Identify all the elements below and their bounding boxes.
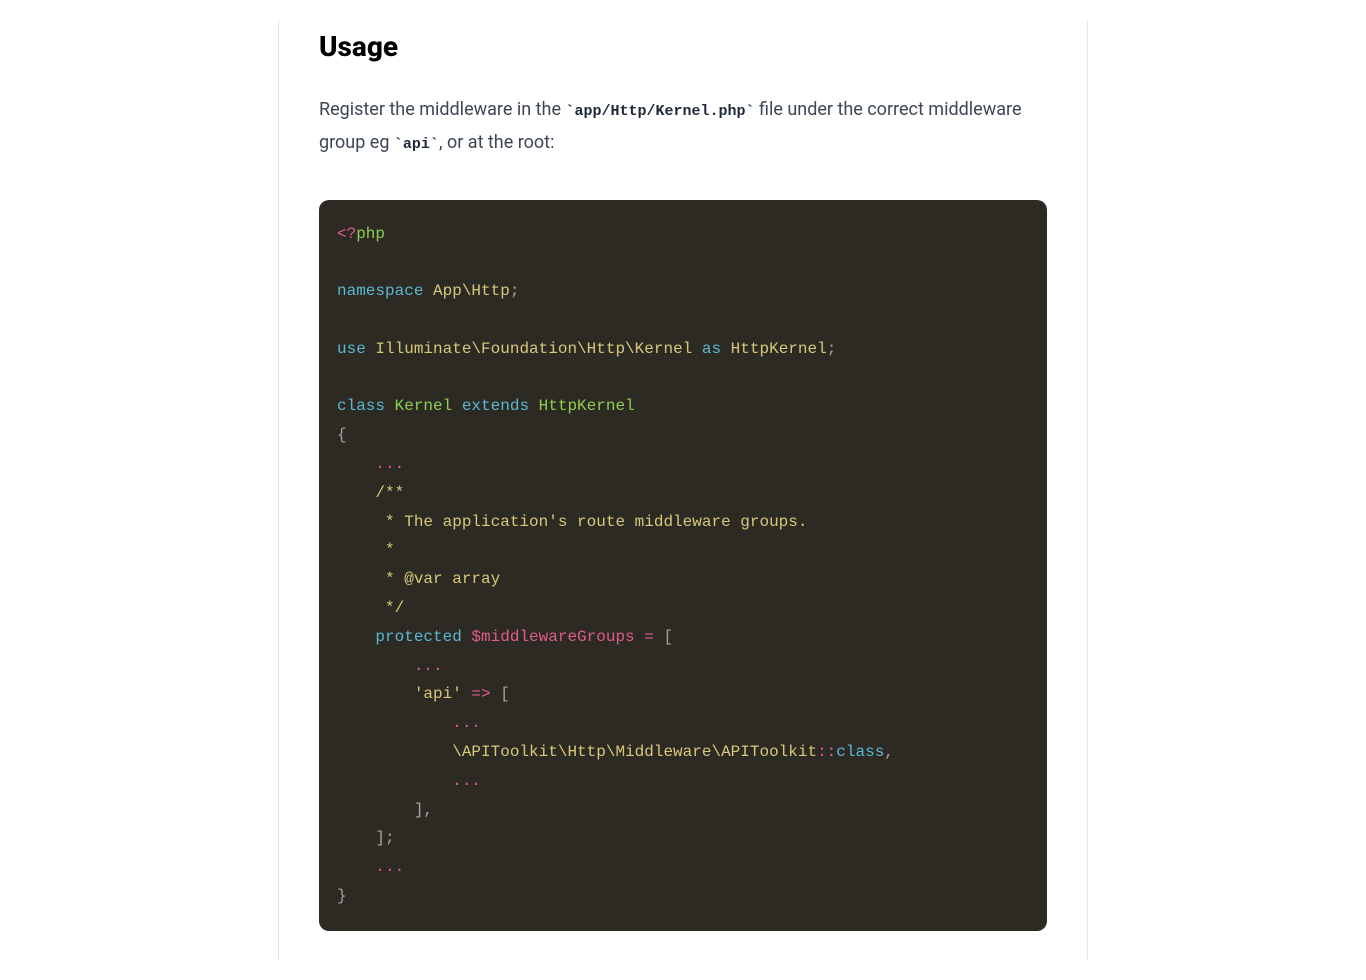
- code-open-bracket-1: [: [663, 628, 673, 646]
- inline-code-api: `api`: [394, 136, 439, 153]
- code-ellipsis-4: ...: [337, 772, 481, 790]
- code-semicolon-1: ;: [510, 282, 520, 300]
- description-paragraph: Register the middleware in the `app/Http…: [319, 93, 1047, 160]
- code-php-keyword: php: [356, 225, 385, 243]
- code-comma: ,: [884, 743, 894, 761]
- description-text-3: , or at the root:: [439, 132, 555, 153]
- code-use-keyword: use: [337, 340, 366, 358]
- code-open-bracket-2: [: [500, 685, 510, 703]
- code-close-bracket-1: ],: [337, 801, 433, 819]
- code-arrow: =>: [462, 685, 500, 703]
- code-as-keyword: as: [702, 340, 721, 358]
- code-semicolon-2: ;: [827, 340, 837, 358]
- section-heading: Usage: [319, 30, 1047, 63]
- code-ellipsis-2: ...: [337, 657, 443, 675]
- code-extends-keyword: extends: [462, 397, 529, 415]
- code-close-brace: }: [337, 887, 347, 905]
- code-use-path: Illuminate\Foundation\Http\Kernel: [366, 340, 702, 358]
- code-docblock-4: * @var array: [337, 570, 500, 588]
- code-api-key: 'api': [337, 685, 462, 703]
- code-variable: $middlewareGroups: [462, 628, 635, 646]
- code-alias: HttpKernel: [721, 340, 827, 358]
- code-docblock-2: * The application's route middleware gro…: [337, 513, 807, 531]
- code-docblock-1: /**: [337, 484, 404, 502]
- code-docblock-3: *: [337, 541, 395, 559]
- code-open-brace: {: [337, 426, 347, 444]
- code-namespace-keyword: namespace: [337, 282, 423, 300]
- code-close-bracket-2: ];: [337, 829, 395, 847]
- code-namespace-name: App\Http: [423, 282, 509, 300]
- code-ellipsis-1: ...: [337, 455, 404, 473]
- code-ellipsis-5: ...: [337, 858, 404, 876]
- code-class-name: Kernel: [385, 397, 462, 415]
- content-wrapper: Usage Register the middleware in the `ap…: [278, 20, 1088, 960]
- code-protected-keyword: protected: [337, 628, 462, 646]
- description-text-1: Register the middleware in the: [319, 99, 565, 120]
- code-php-open-tag: <?: [337, 225, 356, 243]
- code-parent-class: HttpKernel: [529, 397, 635, 415]
- inline-code-kernel-path: `app/Http/Kernel.php`: [565, 103, 754, 120]
- code-class-keyword: class: [337, 397, 385, 415]
- code-ellipsis-3: ...: [337, 714, 481, 732]
- code-docblock-5: */: [337, 599, 404, 617]
- code-equals: =: [635, 628, 664, 646]
- code-double-colon: ::: [817, 743, 836, 761]
- code-block[interactable]: <?php namespace App\Http; use Illuminate…: [319, 200, 1047, 931]
- code-class-word: class: [836, 743, 884, 761]
- code-class-reference: \APIToolkit\Http\Middleware\APIToolkit: [337, 743, 817, 761]
